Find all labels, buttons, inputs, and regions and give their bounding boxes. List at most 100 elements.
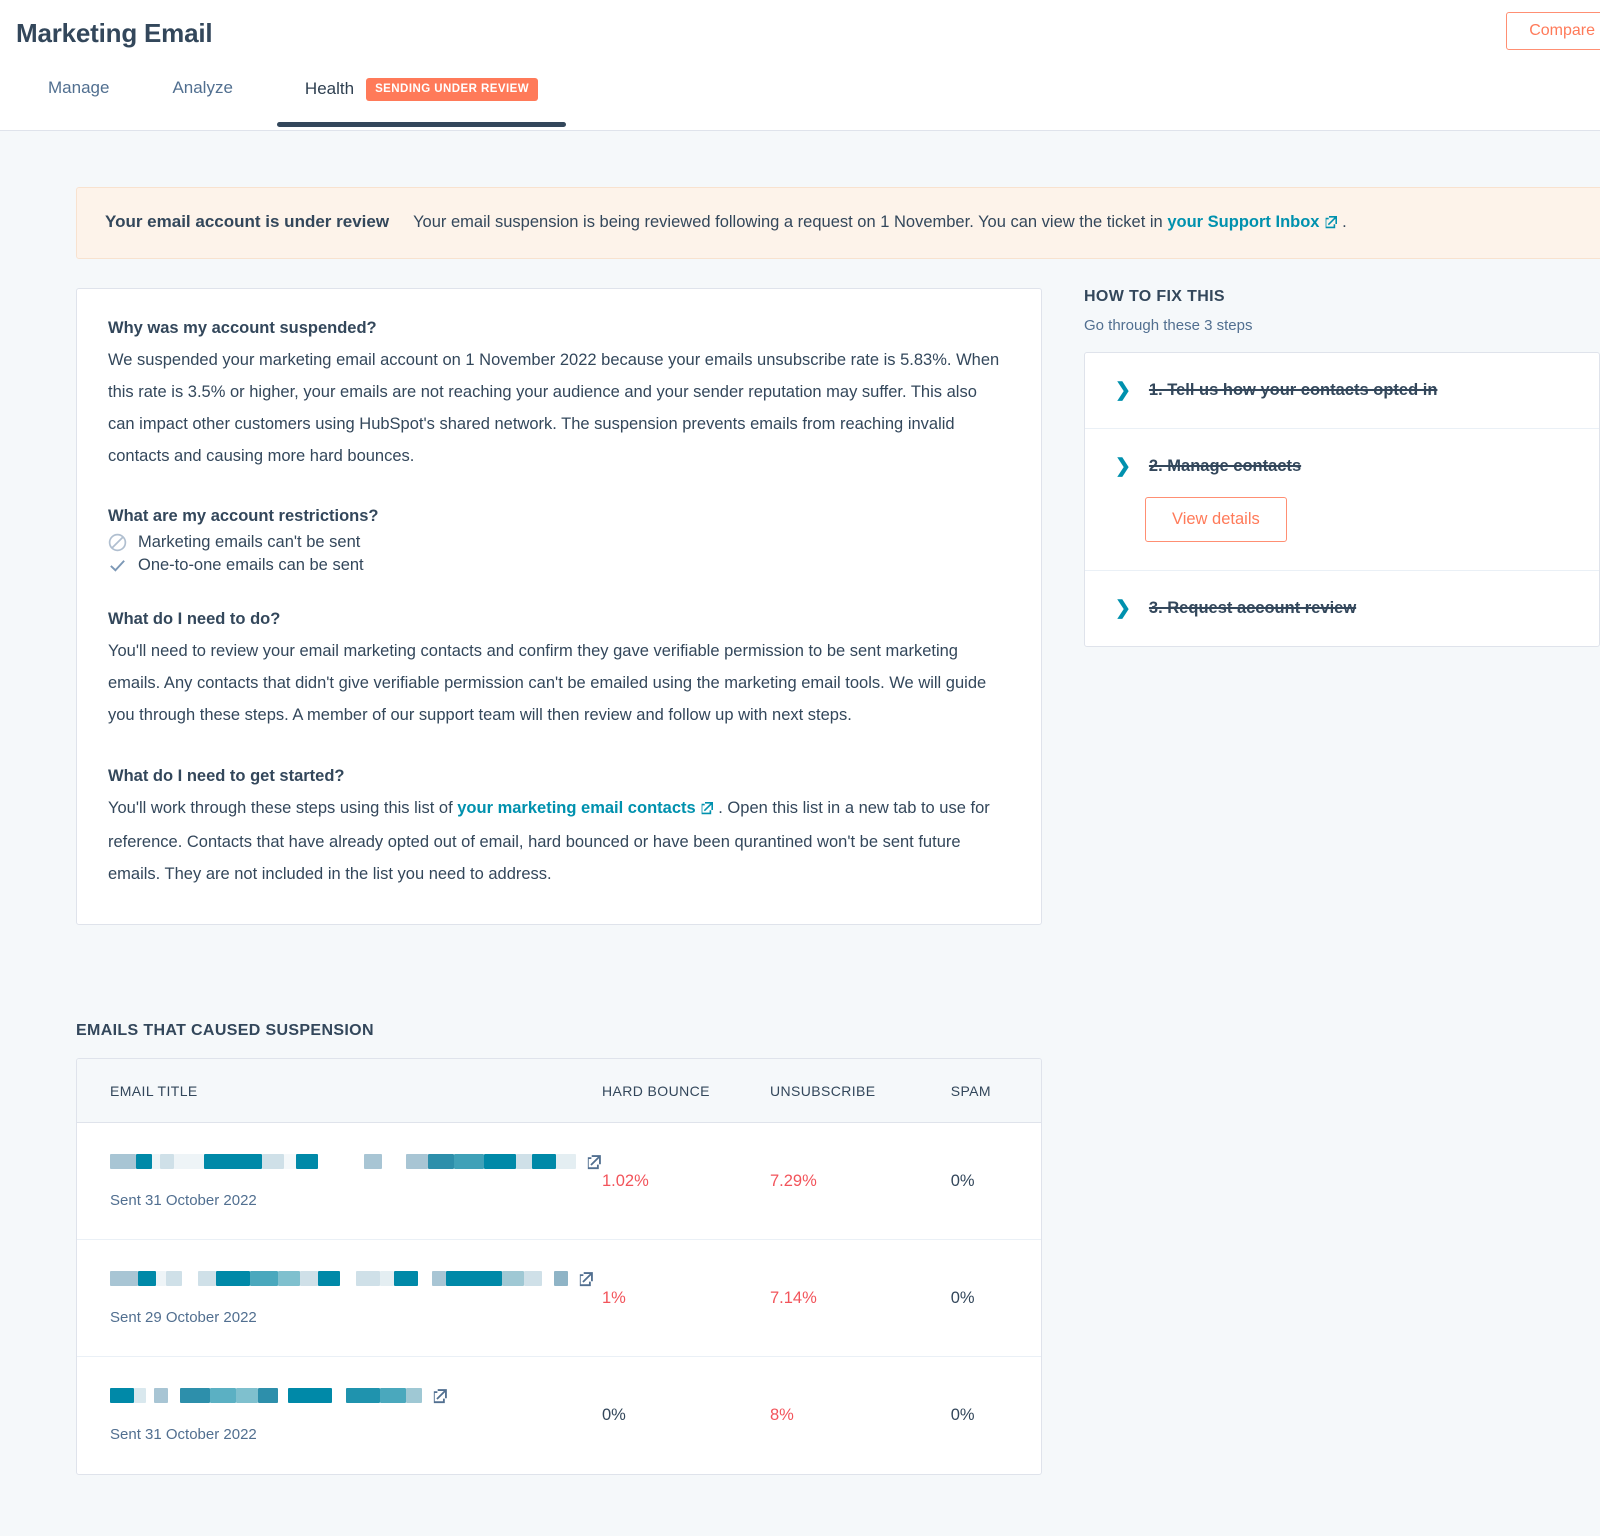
redacted-block (300, 1271, 318, 1286)
how-to-fix-panel: HOW TO FIX THIS Go through these 3 steps… (1084, 288, 1600, 647)
redacted-block (136, 1154, 152, 1169)
redacted-block (156, 1271, 166, 1286)
tab-analyze[interactable]: Analyze (172, 78, 232, 124)
alert-body-text: Your email suspension is being reviewed … (413, 213, 1163, 231)
redacted-block (432, 1271, 446, 1286)
redacted-block (524, 1271, 542, 1286)
redacted-block (346, 1388, 380, 1403)
page-title: Marketing Email (16, 18, 212, 49)
redacted-block (284, 1154, 296, 1169)
external-link-icon (1324, 215, 1338, 234)
tab-manage[interactable]: Manage (48, 78, 109, 124)
what-to-do-body: You'll need to review your email marketi… (108, 636, 1007, 732)
redacted-block (278, 1271, 300, 1286)
status-badge: SENDING UNDER REVIEW (366, 78, 538, 101)
cell-unsubscribe: 7.29% (770, 1123, 951, 1240)
step-row: ❯ 1. Tell us how your contacts opted in (1115, 381, 1579, 400)
no-entry-icon (108, 533, 138, 552)
redacted-block (180, 1388, 210, 1403)
tab-health[interactable]: Health SENDING UNDER REVIEW (305, 78, 538, 127)
how-to-fix-subtitle: Go through these 3 steps (1084, 317, 1600, 334)
redacted-block (318, 1154, 364, 1169)
step-row: ❯ 2. Manage contacts (1115, 457, 1579, 476)
restriction-item: Marketing emails can't be sent (108, 533, 1007, 552)
compare-button[interactable]: Compare (1506, 12, 1600, 50)
redacted-block (152, 1154, 160, 1169)
redacted-block (418, 1271, 432, 1286)
redacted-block (236, 1388, 258, 1403)
step-label: 3. Request account review (1149, 599, 1356, 618)
table-row[interactable]: Sent 29 October 20221%7.14%0% (77, 1240, 1041, 1357)
redacted-block (394, 1271, 418, 1286)
redacted-block (406, 1154, 428, 1169)
external-link-icon[interactable] (578, 1271, 594, 1287)
cell-email-title: Sent 31 October 2022 (77, 1123, 602, 1240)
support-inbox-link[interactable]: your Support Inbox (1167, 213, 1319, 231)
emails-table-card: EMAIL TITLE HARD BOUNCE UNSUBSCRIBE SPAM… (76, 1058, 1042, 1475)
redacted-block (154, 1388, 168, 1403)
redacted-block (406, 1388, 422, 1403)
redacted-email-title (110, 1388, 602, 1404)
column-email-title: EMAIL TITLE (77, 1059, 602, 1123)
redacted-block (296, 1154, 318, 1169)
restriction-item: One-to-one emails can be sent (108, 556, 1007, 575)
step-item-2[interactable]: ❯ 2. Manage contacts View details (1085, 429, 1599, 571)
redacted-block (210, 1388, 236, 1403)
table-row[interactable]: Sent 31 October 20220%8%0% (77, 1357, 1041, 1474)
cell-hard-bounce-value: 0% (602, 1406, 626, 1424)
redacted-block (262, 1154, 284, 1169)
cell-spam: 0% (951, 1240, 1041, 1357)
alert-title: Your email account is under review (105, 212, 389, 232)
redacted-block (484, 1154, 516, 1169)
redacted-block (174, 1154, 204, 1169)
column-spam: SPAM (951, 1059, 1041, 1123)
steps-card: ❯ 1. Tell us how your contacts opted in … (1084, 352, 1600, 647)
cell-hard-bounce: 0% (602, 1357, 770, 1474)
redacted-block (288, 1388, 332, 1403)
redacted-block (318, 1271, 340, 1286)
cell-spam-value: 0% (951, 1406, 975, 1424)
get-started-body: You'll work through these steps using th… (108, 793, 1007, 891)
redacted-block (166, 1271, 182, 1286)
redacted-block (332, 1388, 346, 1403)
redacted-block (278, 1388, 288, 1403)
redacted-block (146, 1388, 154, 1403)
cell-unsubscribe: 8% (770, 1357, 951, 1474)
redacted-block (110, 1271, 138, 1286)
redacted-block (216, 1271, 250, 1286)
step-item-3[interactable]: ❯ 3. Request account review (1085, 571, 1599, 646)
cell-spam: 0% (951, 1357, 1041, 1474)
marketing-email-contacts-link[interactable]: your marketing email contacts (457, 799, 695, 817)
emails-table-section: EMAILS THAT CAUSED SUSPENSION EMAIL TITL… (76, 1022, 1042, 1475)
redacted-block (110, 1154, 136, 1169)
table-body: Sent 31 October 20221.02%7.29%0%Sent 29 … (77, 1123, 1041, 1474)
step-label: 1. Tell us how your contacts opted in (1149, 381, 1437, 400)
cell-spam-value: 0% (951, 1289, 975, 1307)
alert-body-suffix: . (1342, 213, 1347, 231)
step-item-1[interactable]: ❯ 1. Tell us how your contacts opted in (1085, 353, 1599, 429)
chevron-right-icon: ❯ (1115, 381, 1131, 400)
cell-hard-bounce: 1.02% (602, 1123, 770, 1240)
cell-email-title: Sent 31 October 2022 (77, 1357, 602, 1474)
view-details-button[interactable]: View details (1145, 497, 1287, 542)
redacted-block (110, 1388, 134, 1403)
cell-hard-bounce-value: 1.02% (602, 1172, 649, 1190)
redacted-block (340, 1271, 356, 1286)
restriction-label: One-to-one emails can be sent (138, 556, 364, 575)
restrictions-list: Marketing emails can't be sent One-to-on… (108, 533, 1007, 575)
column-hard-bounce: HARD BOUNCE (602, 1059, 770, 1123)
tab-bar: Manage Analyze Health SENDING UNDER REVI… (0, 78, 538, 127)
cell-spam-value: 0% (951, 1172, 975, 1190)
redacted-block (454, 1154, 484, 1169)
cell-unsubscribe: 7.14% (770, 1240, 951, 1357)
external-link-icon (700, 795, 714, 827)
external-link-icon[interactable] (586, 1154, 602, 1170)
redacted-block (516, 1154, 532, 1169)
redacted-block (382, 1154, 406, 1169)
redacted-block (532, 1154, 556, 1169)
emails-table-title: EMAILS THAT CAUSED SUSPENSION (76, 1022, 1042, 1040)
external-link-icon[interactable] (432, 1388, 448, 1404)
table-row[interactable]: Sent 31 October 20221.02% 7.29%0% (77, 1123, 1041, 1240)
emails-table: EMAIL TITLE HARD BOUNCE UNSUBSCRIBE SPAM… (77, 1059, 1041, 1474)
sent-date: Sent 31 October 2022 (110, 1192, 602, 1209)
